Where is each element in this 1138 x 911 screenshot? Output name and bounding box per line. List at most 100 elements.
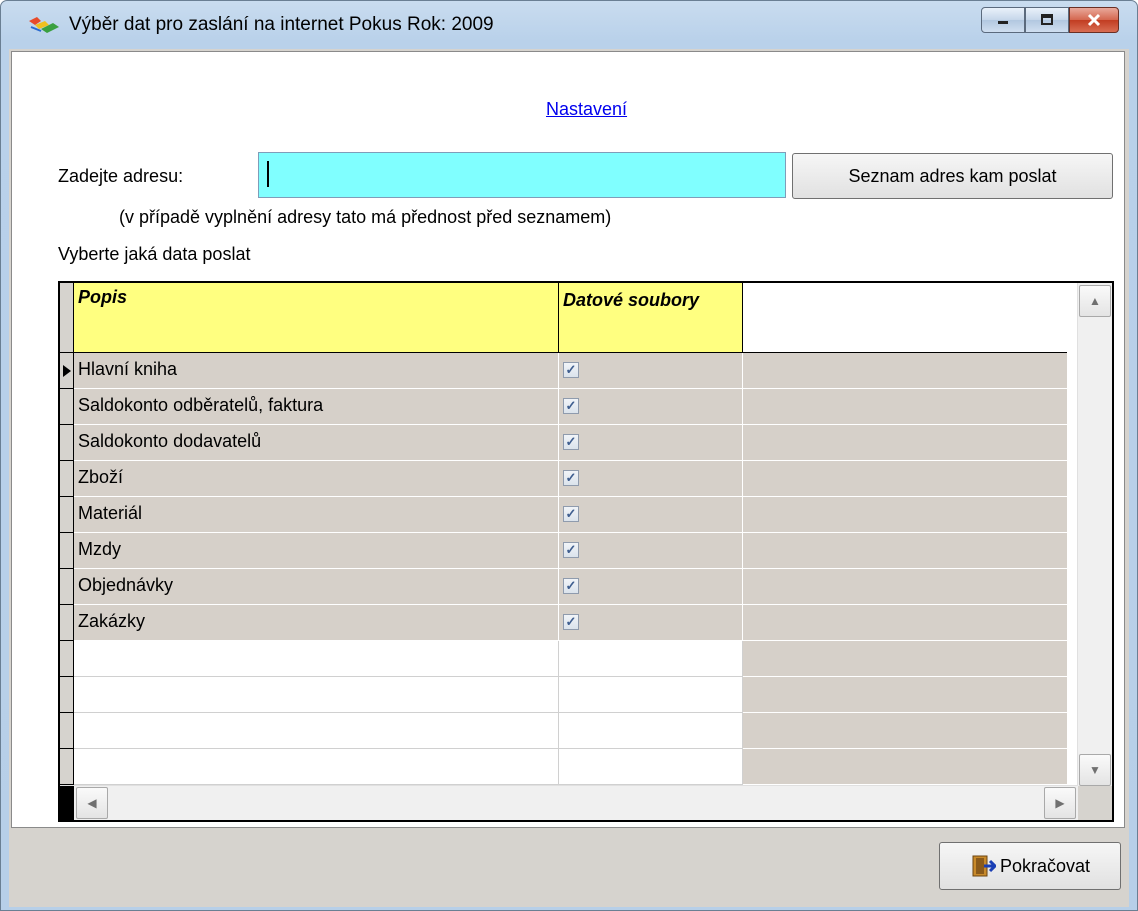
cell-popis[interactable]: Objednávky bbox=[74, 569, 559, 605]
row-indicator[interactable] bbox=[60, 425, 74, 461]
scroll-right-button[interactable]: ▶ bbox=[1044, 787, 1076, 819]
cell-empty bbox=[743, 677, 1067, 713]
cell-empty bbox=[743, 497, 1067, 533]
datove-soubory-checkbox[interactable]: ✓ bbox=[563, 506, 579, 522]
table-row[interactable] bbox=[74, 713, 1067, 749]
table-row[interactable]: Zboží ✓ bbox=[74, 461, 1067, 497]
app-window: Výběr dat pro zaslání na internet Pokus … bbox=[0, 0, 1138, 911]
datove-soubory-checkbox[interactable]: ✓ bbox=[563, 542, 579, 558]
table-row[interactable]: Saldokonto dodavatelů ✓ bbox=[74, 425, 1067, 461]
cell-empty bbox=[743, 389, 1067, 425]
table-row[interactable]: Materiál ✓ bbox=[74, 497, 1067, 533]
row-indicator[interactable] bbox=[60, 605, 74, 641]
datove-soubory-checkbox[interactable]: ✓ bbox=[563, 578, 579, 594]
cell-datove-soubory[interactable] bbox=[559, 713, 743, 749]
scroll-left-button[interactable]: ◀ bbox=[76, 787, 108, 819]
row-indicator[interactable] bbox=[60, 641, 74, 677]
cell-datove-soubory[interactable]: ✓ bbox=[559, 605, 743, 641]
cell-popis[interactable]: Zakázky bbox=[74, 605, 559, 641]
table-row[interactable] bbox=[74, 641, 1067, 677]
table-row[interactable]: Saldokonto odběratelů, faktura ✓ bbox=[74, 389, 1067, 425]
datove-soubory-checkbox[interactable]: ✓ bbox=[563, 470, 579, 486]
horizontal-scrollbar[interactable]: ◀ ▶ bbox=[60, 785, 1078, 820]
row-indicator[interactable] bbox=[60, 533, 74, 569]
cell-empty bbox=[743, 533, 1067, 569]
cell-popis[interactable] bbox=[74, 749, 559, 785]
window-controls bbox=[981, 7, 1119, 35]
cell-popis[interactable]: Hlavní kniha bbox=[74, 353, 559, 389]
arrow-down-icon: ▼ bbox=[1089, 763, 1101, 777]
row-indicator[interactable] bbox=[60, 353, 74, 389]
table-row[interactable] bbox=[74, 677, 1067, 713]
cell-datove-soubory[interactable]: ✓ bbox=[559, 569, 743, 605]
cell-empty bbox=[743, 713, 1067, 749]
datove-soubory-checkbox[interactable]: ✓ bbox=[563, 362, 579, 378]
arrow-up-icon: ▲ bbox=[1089, 294, 1101, 308]
row-indicator[interactable] bbox=[60, 389, 74, 425]
cell-empty bbox=[743, 353, 1067, 389]
cell-popis[interactable] bbox=[74, 713, 559, 749]
cell-popis[interactable]: Mzdy bbox=[74, 533, 559, 569]
datove-soubory-checkbox[interactable]: ✓ bbox=[563, 434, 579, 450]
address-input[interactable] bbox=[258, 152, 786, 198]
table-row[interactable]: Mzdy ✓ bbox=[74, 533, 1067, 569]
vertical-scrollbar[interactable]: ▲ ▼ bbox=[1077, 283, 1112, 788]
cell-popis[interactable]: Materiál bbox=[74, 497, 559, 533]
cell-datove-soubory[interactable]: ✓ bbox=[559, 497, 743, 533]
continue-button[interactable]: Pokračovat bbox=[939, 842, 1121, 890]
datove-soubory-checkbox[interactable]: ✓ bbox=[563, 614, 579, 630]
cell-empty bbox=[743, 749, 1067, 785]
address-list-button[interactable]: Seznam adres kam poslat bbox=[792, 153, 1113, 199]
row-indicator-footer bbox=[60, 786, 74, 820]
row-indicator[interactable] bbox=[60, 713, 74, 749]
title-bar[interactable]: Výběr dat pro zaslání na internet Pokus … bbox=[1, 1, 1137, 49]
column-header-datove-soubory[interactable]: Datové soubory bbox=[559, 283, 743, 353]
table-row[interactable]: Objednávky ✓ bbox=[74, 569, 1067, 605]
scroll-down-button[interactable]: ▼ bbox=[1079, 754, 1111, 786]
main-panel: Nastavení Zadejte adresu: Seznam adres k… bbox=[11, 51, 1125, 828]
column-header-popis[interactable]: Popis bbox=[74, 283, 559, 353]
row-indicator[interactable] bbox=[60, 461, 74, 497]
cell-popis[interactable] bbox=[74, 677, 559, 713]
address-hint: (v případě vyplnění adresy tato má předn… bbox=[119, 207, 612, 227]
cell-popis[interactable]: Saldokonto odběratelů, faktura bbox=[74, 389, 559, 425]
cell-empty bbox=[743, 569, 1067, 605]
cell-popis[interactable]: Saldokonto dodavatelů bbox=[74, 425, 559, 461]
table-row[interactable]: Zakázky ✓ bbox=[74, 605, 1067, 641]
scroll-up-button[interactable]: ▲ bbox=[1079, 285, 1111, 317]
settings-link[interactable]: Nastavení bbox=[546, 99, 627, 120]
cell-empty bbox=[743, 641, 1067, 677]
table-row[interactable] bbox=[74, 749, 1067, 785]
window-title: Výběr dat pro zaslání na internet Pokus … bbox=[69, 14, 494, 35]
cell-popis[interactable] bbox=[74, 641, 559, 677]
app-icon bbox=[29, 17, 59, 33]
header-empty bbox=[743, 283, 1067, 353]
cell-popis[interactable]: Zboží bbox=[74, 461, 559, 497]
minimize-button[interactable] bbox=[981, 7, 1025, 33]
close-button[interactable] bbox=[1069, 7, 1119, 33]
cell-datove-soubory[interactable]: ✓ bbox=[559, 353, 743, 389]
row-indicator[interactable] bbox=[60, 677, 74, 713]
row-indicator[interactable] bbox=[60, 569, 74, 605]
cell-datove-soubory[interactable]: ✓ bbox=[559, 425, 743, 461]
cell-datove-soubory[interactable]: ✓ bbox=[559, 461, 743, 497]
minimize-icon bbox=[998, 21, 1008, 24]
continue-label: Pokračovat bbox=[999, 855, 1091, 876]
table-row[interactable]: Hlavní kniha ✓ bbox=[74, 353, 1067, 389]
client-area: Nastavení Zadejte adresu: Seznam adres k… bbox=[9, 49, 1129, 907]
cell-datove-soubory[interactable]: ✓ bbox=[559, 533, 743, 569]
cell-datove-soubory[interactable]: ✓ bbox=[559, 389, 743, 425]
door-exit-icon bbox=[972, 855, 996, 877]
row-indicator[interactable] bbox=[60, 749, 74, 785]
scrollbar-corner bbox=[1078, 786, 1112, 820]
maximize-button[interactable] bbox=[1025, 7, 1069, 33]
data-grid[interactable]: Popis Datové soubory Hlavní kniha ✓ Saldok… bbox=[58, 281, 1114, 822]
cell-datove-soubory[interactable] bbox=[559, 641, 743, 677]
datove-soubory-checkbox[interactable]: ✓ bbox=[563, 398, 579, 414]
row-indicator[interactable] bbox=[60, 497, 74, 533]
cell-datove-soubory[interactable] bbox=[559, 749, 743, 785]
select-data-label: Vyberte jaká data poslat bbox=[58, 244, 251, 264]
arrow-left-icon: ◀ bbox=[87, 796, 97, 810]
maximize-icon bbox=[1041, 14, 1053, 25]
cell-datove-soubory[interactable] bbox=[559, 677, 743, 713]
